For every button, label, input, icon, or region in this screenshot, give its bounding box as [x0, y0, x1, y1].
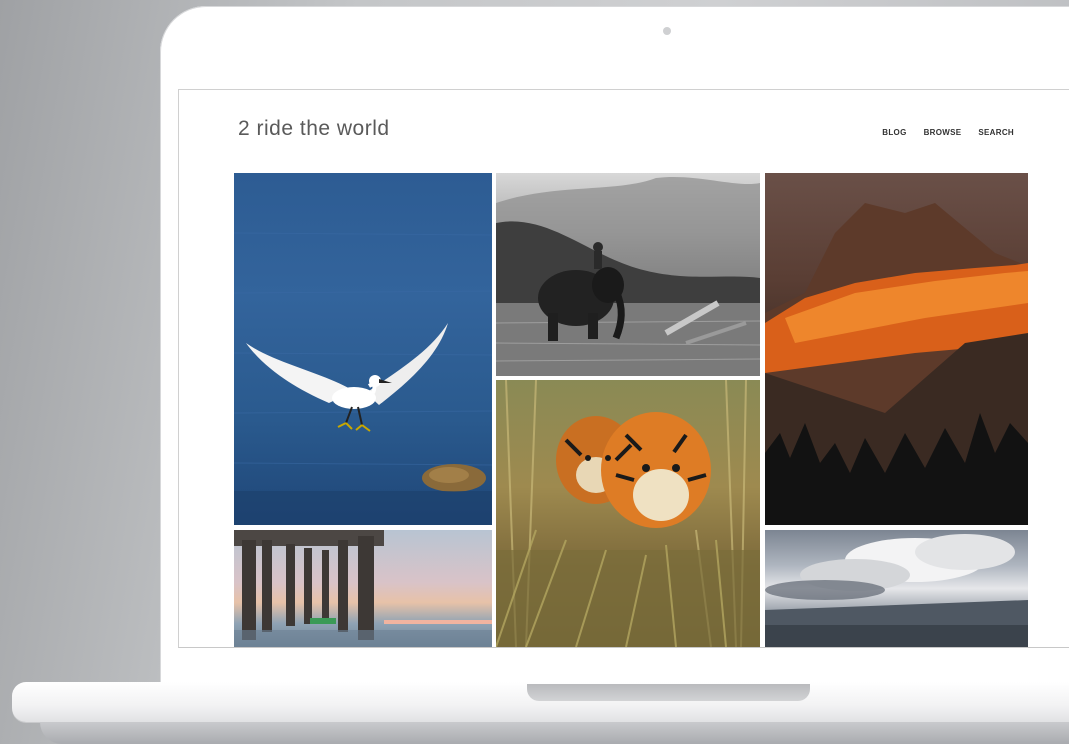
camera-icon [663, 27, 671, 35]
nav-blog[interactable]: BLOG [882, 128, 906, 137]
mountain-image [765, 203, 1028, 525]
website-screen: 2 ride the world BLOG BROWSE SEARCH [178, 89, 1069, 648]
site-title[interactable]: 2 ride the world [238, 117, 390, 141]
tigers-image [496, 380, 760, 647]
photo-mountain[interactable] [765, 173, 1028, 525]
main-nav: BLOG BROWSE SEARCH [882, 128, 1014, 137]
laptop-base-bottom [40, 722, 1069, 744]
nav-browse[interactable]: BROWSE [924, 128, 962, 137]
pier-image [234, 530, 492, 647]
photo-egret[interactable] [234, 173, 492, 525]
photo-pier[interactable] [234, 530, 492, 647]
photo-tigers[interactable] [496, 380, 760, 647]
nav-search[interactable]: SEARCH [978, 128, 1014, 137]
laptop-opening-notch [527, 684, 810, 701]
photo-elephant[interactable] [496, 173, 760, 376]
elephant-image [496, 176, 760, 376]
photo-clouds[interactable] [765, 530, 1028, 647]
egret-image [234, 232, 492, 525]
clouds-image [765, 534, 1028, 647]
